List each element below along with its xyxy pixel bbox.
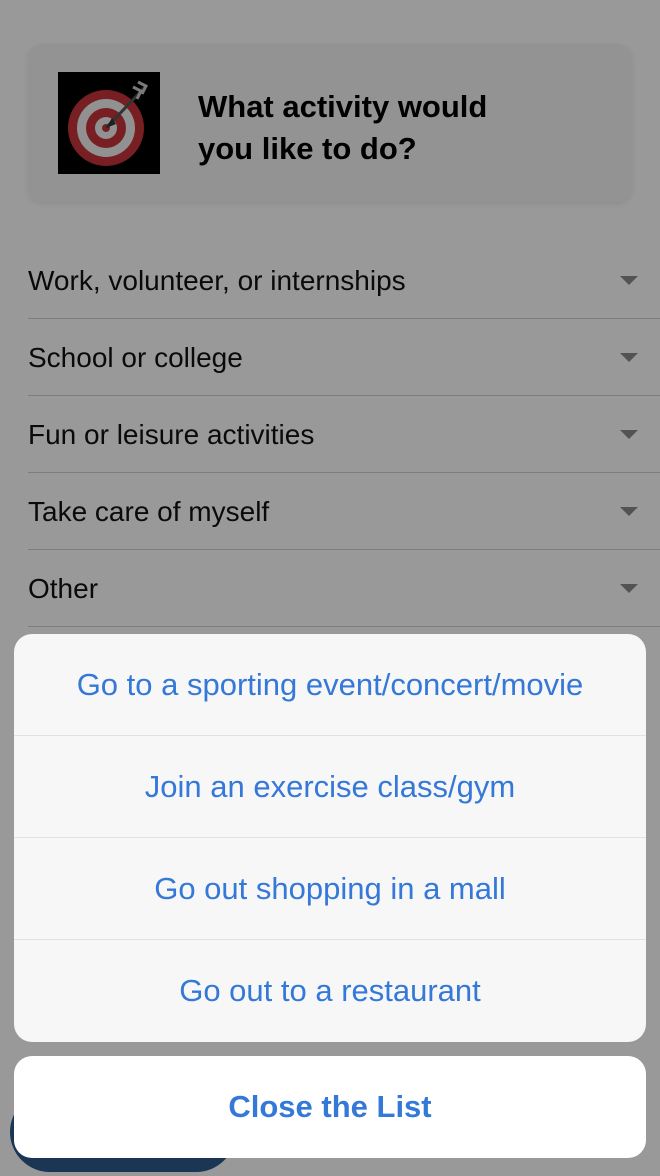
- action-sheet: Go to a sporting event/concert/movie Joi…: [14, 634, 646, 1042]
- option-sporting-event[interactable]: Go to a sporting event/concert/movie: [14, 634, 646, 736]
- option-restaurant[interactable]: Go out to a restaurant: [14, 940, 646, 1042]
- close-list-button[interactable]: Close the List: [14, 1056, 646, 1158]
- option-shopping-mall[interactable]: Go out shopping in a mall: [14, 838, 646, 940]
- option-exercise-class[interactable]: Join an exercise class/gym: [14, 736, 646, 838]
